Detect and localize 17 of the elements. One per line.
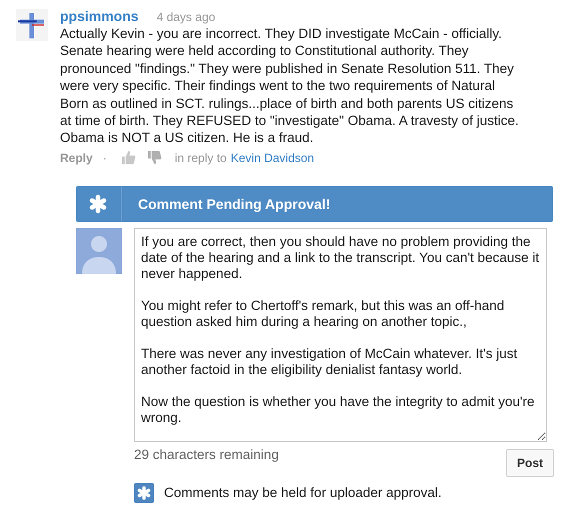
banner-title: Comment Pending Approval! [121,186,330,222]
asterisk-icon [88,194,108,214]
in-reply-to-label: in reply to [174,150,227,165]
user-avatar-icon [76,228,122,274]
author-link[interactable]: ppsimmons [60,8,139,24]
comment-time: 4 days ago [156,10,216,24]
comment-text: Actually Kevin - you are incorrect. They DID investigate McCain - officially. Senate hearing were held according to Constitutional authority. They pronounced "findings." They were published in Senate Resolution 511. They were very specific. Their findings went to the two requirements of Natural Born as outlined in SCT. rulings...place of birth and both parents US citizens at time of birth. They REFUSED to "investigate" Obama. A travesty of justice. Obama is NOT a US citizen. He is a fraud. [60,25,520,147]
asterisk-icon [134,482,154,503]
reply-target-link[interactable]: Kevin Davidson [230,150,314,165]
thumbs-down-icon[interactable] [146,150,162,166]
reply-link[interactable]: Reply [60,150,93,165]
thumbs-up-icon[interactable] [120,150,136,166]
comment-input[interactable]: If you are correct, then you should have no problem providing the date of the hearing and a link to the transcript. You can't because it never happened. You might refer to Chertoff's remark, but this was an off-hand question asked him during a hearing on another topic., There was never any investigation of McCain whatever. It's just another factoid in the eligibility denialist fantasy world. Now the question is whether you have the integrity to admit you're wrong. [134,228,547,442]
post-button[interactable]: Post [506,448,554,477]
separator: · [102,150,107,165]
approval-notice: Comments may be held for uploader approval. [164,485,442,500]
characters-remaining: 29 characters remaining [134,446,279,464]
